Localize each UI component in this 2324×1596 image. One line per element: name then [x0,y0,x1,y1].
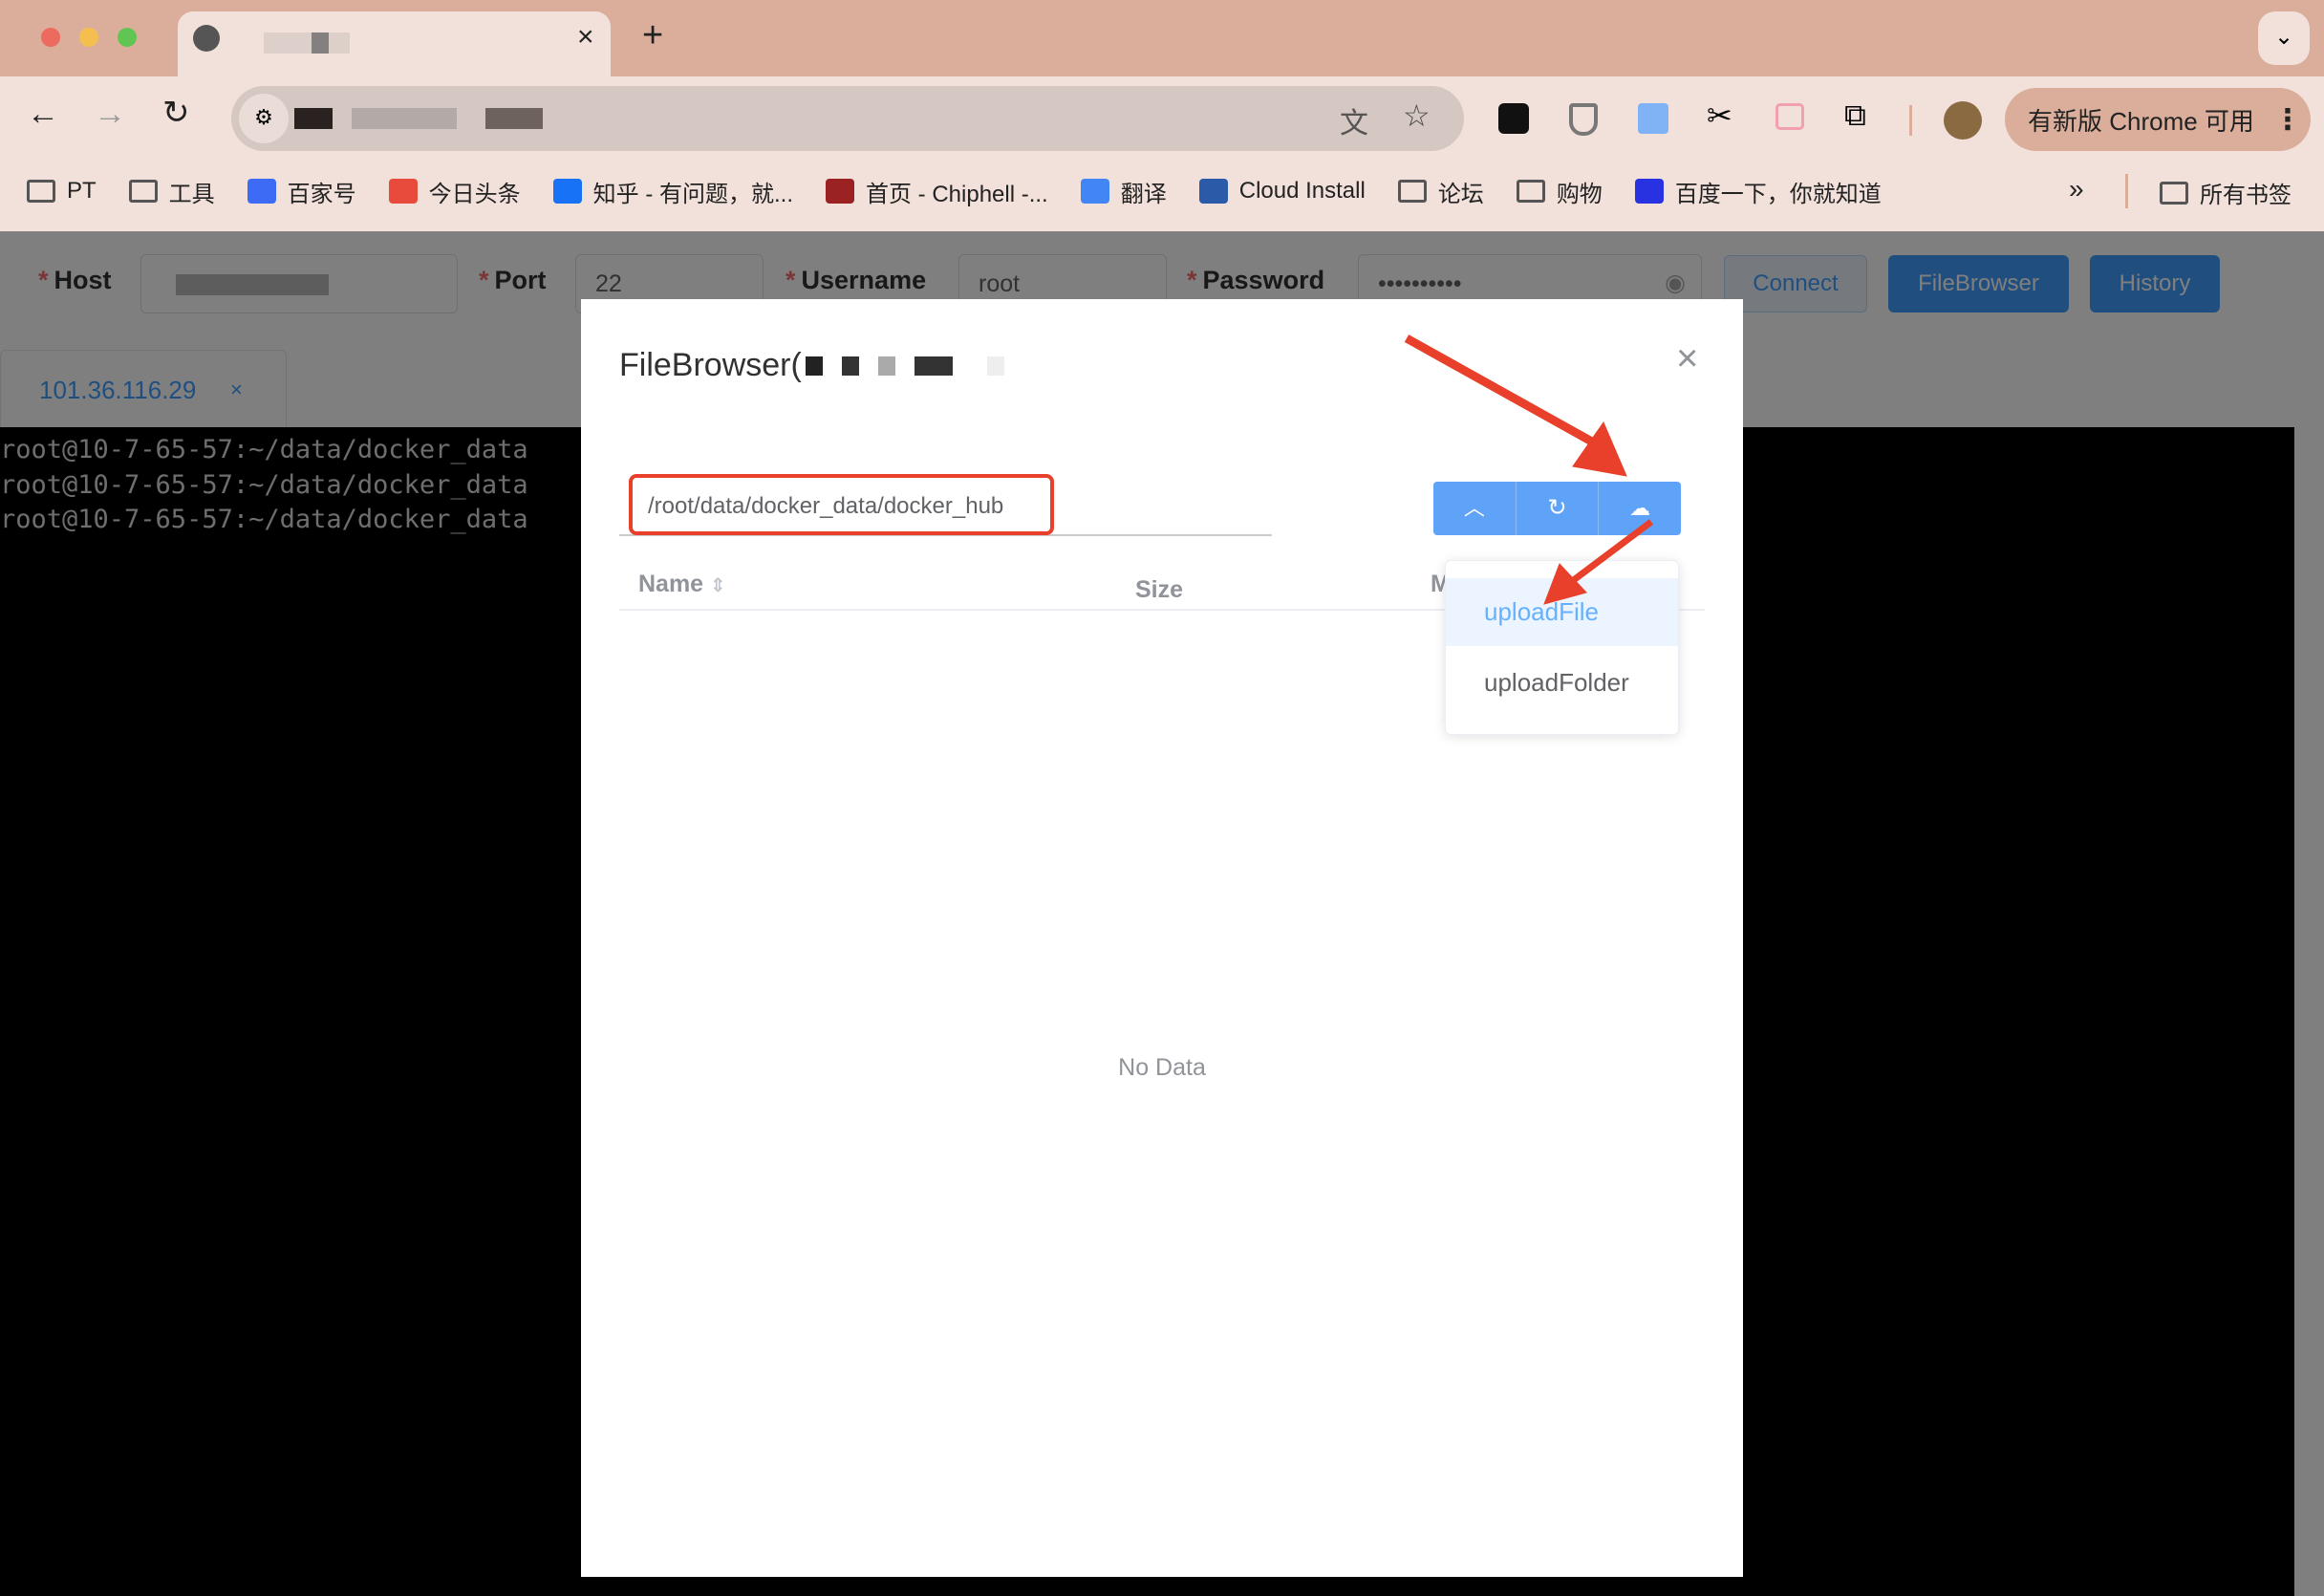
bookmark-item[interactable]: 知乎 - 有问题，就... [552,175,794,208]
menu-item-upload-folder[interactable]: uploadFolder [1446,649,1678,717]
action-button-group: ︿ ↻ ☁ [1433,482,1681,535]
back-button[interactable]: ← [27,96,59,133]
bookmark-label: PT [67,178,97,204]
extension-icon-1[interactable] [1498,103,1529,134]
reload-button[interactable]: ↻ [162,94,190,132]
bookmark-item[interactable]: 百度一下，你就知道 [1634,175,1882,208]
cloud-icon [1198,179,1228,204]
url-redacted [294,108,333,129]
menu-kebab-icon[interactable]: ⋮ [2273,103,2302,137]
extension-icon-3[interactable] [1638,103,1668,134]
bookmark-item[interactable]: PT [27,178,97,205]
column-size[interactable]: Size [1135,576,1183,604]
zhihu-icon [552,179,582,204]
empty-state-text: No Data [1118,1054,1206,1081]
bookmark-label: 百家号 [287,181,356,207]
bookmark-label: 百度一下，你就知道 [1674,181,1882,207]
column-name[interactable]: Name ⇕ [638,571,726,598]
bookmark-label: 工具 [168,181,215,207]
toutiao-icon [388,179,418,204]
new-tab-button[interactable]: + [642,15,663,56]
url-redacted [485,108,543,129]
chrome-update-button[interactable]: 有新版 Chrome 可用 ⋮ [2005,88,2311,151]
all-bookmarks-button[interactable]: 所有书签 [2160,176,2292,209]
go-up-button[interactable]: ︿ [1433,482,1517,535]
bookmark-item[interactable]: 今日头条 [388,175,521,208]
bookmarks-divider [2125,174,2128,208]
site-info-icon[interactable]: ⚙ [239,94,289,143]
folder-icon [27,180,55,203]
bookmark-label: 购物 [1556,181,1603,207]
all-bookmarks-label: 所有书签 [2200,183,2292,208]
translate-icon[interactable]: 文 [1340,99,1368,141]
bookmark-item[interactable]: 首页 - Chiphell -... [826,175,1048,208]
bookmark-label: 知乎 - 有问题，就... [592,181,794,207]
bookmark-label: 今日头条 [428,181,521,207]
dialog-title: FileBrowser( [619,347,1004,384]
maximize-window-button[interactable] [118,28,137,47]
bookmark-label: 首页 - Chiphell -... [866,181,1048,207]
sort-caret-icon: ⇕ [710,575,726,596]
bookmark-star-icon[interactable]: ☆ [1403,97,1431,134]
upload-dropdown-menu: uploadFile uploadFolder [1445,560,1679,735]
dialog-close-icon[interactable]: × [1676,337,1698,380]
scissors-icon[interactable]: ✂ [1707,97,1732,134]
annotation-highlight-box [629,474,1054,535]
bookmark-label: Cloud Install [1238,178,1366,204]
browser-tab[interactable]: × [178,11,611,76]
profile-avatar[interactable] [1944,101,1982,140]
bilibili-icon[interactable] [1775,103,1804,130]
bookmark-label: 翻译 [1120,181,1167,207]
bookmark-item[interactable]: 购物 [1516,175,1603,208]
update-label: 有新版 Chrome 可用 [2028,106,2254,136]
bookmark-item[interactable]: Cloud Install [1198,178,1366,205]
filebrowser-dialog: FileBrowser( × /root/data/docker_data/do… [581,299,1743,1577]
bookmark-item[interactable]: 翻译 [1080,175,1167,208]
bookmark-item[interactable]: 工具 [128,175,215,208]
bitwarden-icon[interactable] [1569,103,1598,136]
baijiahao-icon [247,179,276,204]
url-redacted [352,108,457,129]
bookmark-label: 论坛 [1437,181,1484,207]
tab-close-icon[interactable]: × [577,21,594,54]
baidu-icon [1634,179,1664,204]
bookmarks-bar: PT 工具 百家号 今日头条 知乎 - 有问题，就... 首页 - Chiphell -.… [0,162,1882,220]
bookmarks-overflow-button[interactable]: » [2069,174,2084,205]
dialog-title-text: FileBrowser( [619,347,802,383]
toolbar-divider [1909,105,1912,136]
folder-icon [2160,181,2188,205]
minimize-window-button[interactable] [79,28,98,47]
tab-search-button[interactable]: ⌄ [2258,11,2310,65]
upload-cloud-button[interactable]: ☁ [1599,482,1681,535]
address-bar[interactable]: ⚙ 文 ☆ [231,86,1464,151]
translate-icon [1080,179,1109,204]
close-window-button[interactable] [41,28,60,47]
extensions-puzzle-icon[interactable]: ⧉ [1844,97,1866,134]
bookmark-item[interactable]: 论坛 [1397,175,1484,208]
browser-tab-bar: × + ⌄ [0,0,2324,76]
forward-button[interactable]: → [94,96,126,133]
tab-title-redacted-block [312,32,329,54]
tab-title-redacted [264,32,350,54]
folder-icon [128,180,158,203]
folder-icon [1397,180,1427,203]
folder-icon [1516,180,1545,203]
bookmark-item[interactable]: 百家号 [247,175,356,208]
refresh-button[interactable]: ↻ [1516,482,1600,535]
chiphell-icon [826,179,855,204]
globe-icon [193,25,220,52]
menu-item-upload-file[interactable]: uploadFile [1446,578,1678,646]
